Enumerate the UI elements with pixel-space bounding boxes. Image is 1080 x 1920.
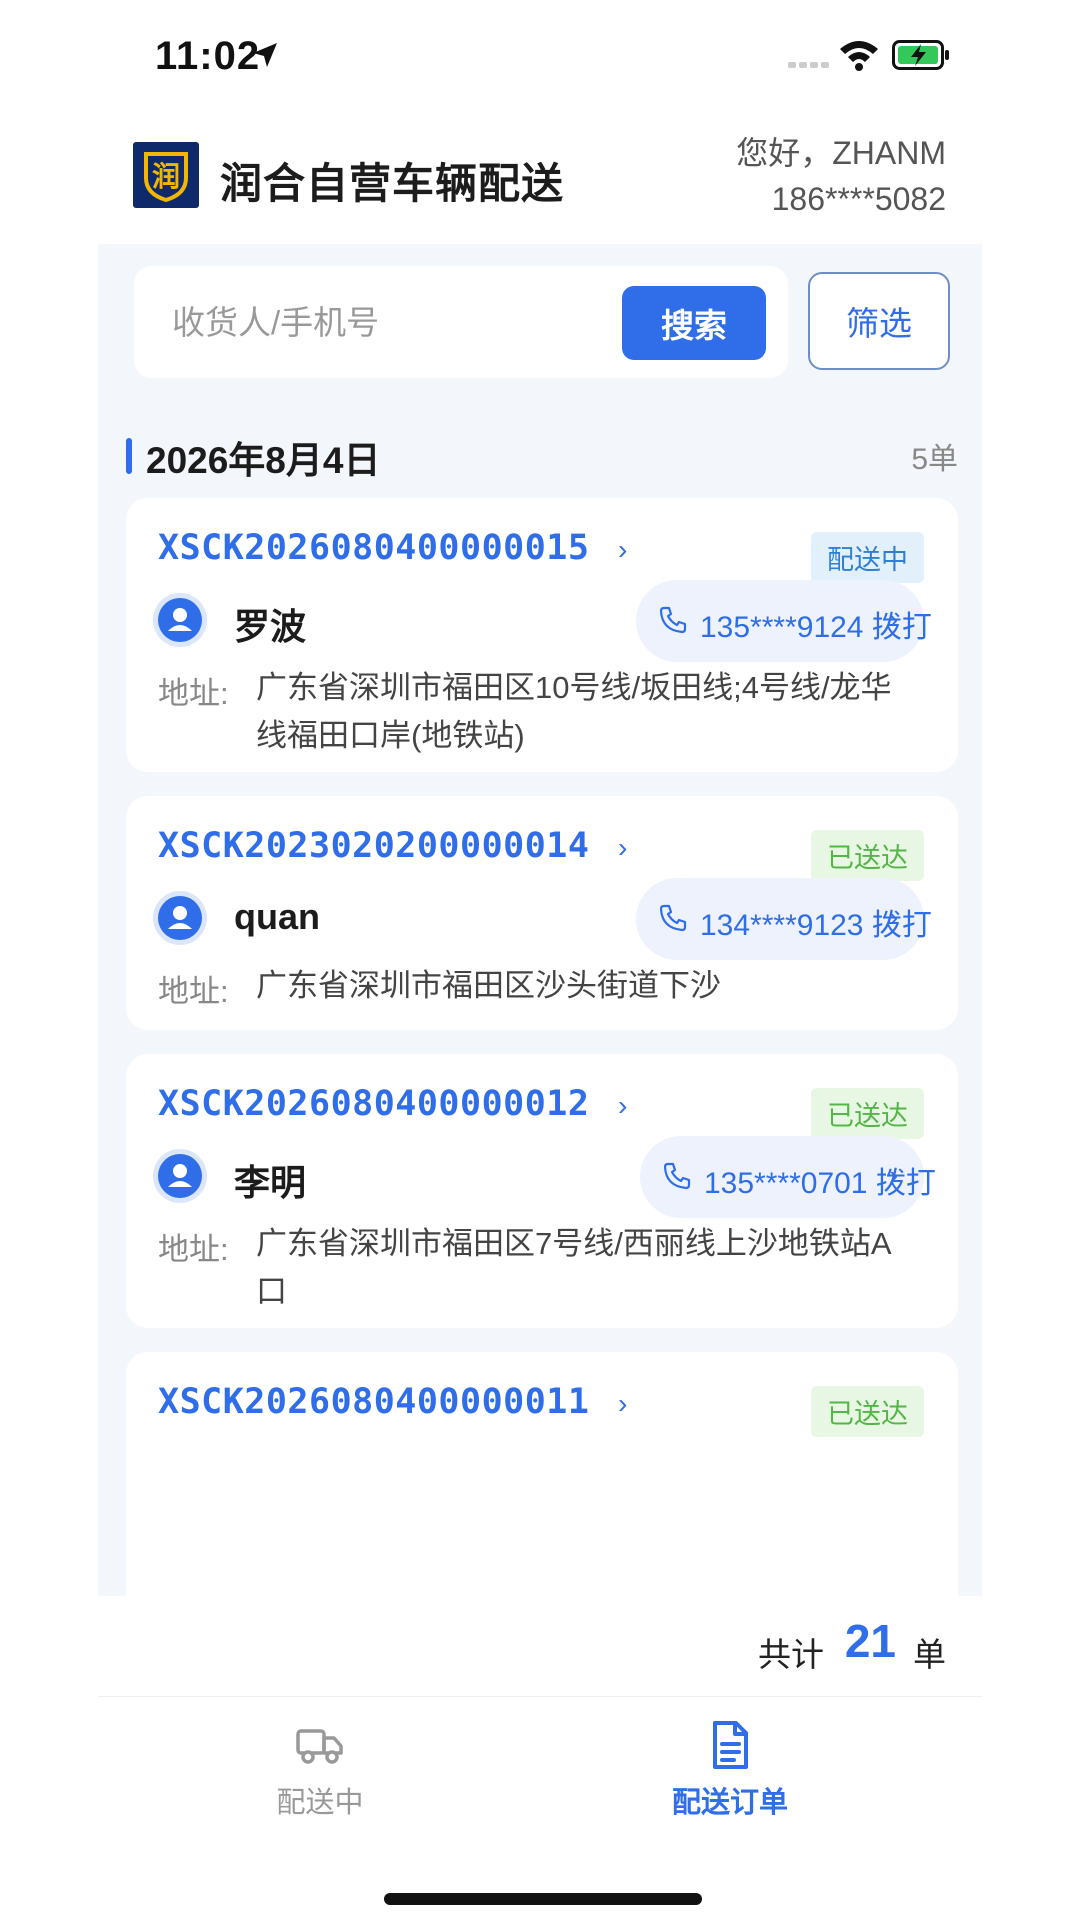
chevron-right-icon: ›: [618, 1388, 628, 1419]
phone-icon: [663, 1162, 691, 1190]
user-avatar-icon: [158, 896, 202, 940]
address-label: 地址:: [158, 974, 229, 1009]
phone-icon: [659, 606, 687, 634]
address-label: 地址:: [158, 676, 229, 711]
search-button[interactable]: 搜索: [622, 286, 766, 360]
status-bar: 11:02: [0, 0, 1080, 110]
status-time: 11:02: [155, 34, 261, 78]
order-number[interactable]: XSCK2026080400000011: [158, 1382, 589, 1422]
greeting-text: 您好，ZHANM: [736, 135, 946, 171]
order-list-area[interactable]: 搜索 筛选 2026年8月4日 5单 XSCK2026080400000015 …: [98, 244, 982, 1596]
customer-name: 罗波: [234, 606, 307, 647]
order-number[interactable]: XSCK2023020200000014: [158, 826, 589, 866]
tab-label: 配送订单: [671, 1787, 788, 1819]
address-label: 地址:: [158, 1232, 229, 1267]
order-card[interactable]: XSCK2026080400000012 › 已送达 李明 135****070…: [126, 1054, 958, 1328]
status-badge: 已送达: [811, 1088, 924, 1139]
filter-button[interactable]: 筛选: [808, 272, 950, 370]
user-avatar-icon: [158, 1154, 202, 1198]
order-number[interactable]: XSCK2026080400000015: [158, 528, 589, 568]
user-phone: 186****5082: [771, 181, 946, 217]
company-logo: 润: [133, 142, 199, 208]
chevron-right-icon: ›: [618, 1090, 628, 1121]
total-label: 共计: [758, 1636, 824, 1673]
tab-delivering[interactable]: 配送中: [190, 1719, 450, 1829]
chevron-right-icon: ›: [889, 902, 898, 932]
date-group-header: 2026年8月4日 5单: [126, 430, 958, 481]
status-badge: 已送达: [811, 830, 924, 881]
total-count: 21: [844, 1615, 896, 1667]
wifi-icon: [840, 41, 878, 71]
home-indicator[interactable]: [384, 1893, 702, 1905]
chevron-right-icon: ›: [618, 534, 628, 565]
call-button[interactable]: 135****0701 拨打 ›: [640, 1136, 936, 1218]
date-accent-bar: [126, 438, 132, 474]
address-text: 广东省深圳市福田区7号线/西丽线上沙地铁站A口: [256, 1226, 892, 1309]
order-card[interactable]: XSCK2026080400000015 › 配送中 罗波 135****912…: [126, 498, 958, 772]
address-text: 广东省深圳市福田区沙头街道下沙: [256, 968, 721, 1003]
address-text: 广东省深圳市福田区10号线/坂田线;4号线/龙华线福田口岸(地铁站): [256, 670, 892, 753]
order-number[interactable]: XSCK2026080400000012: [158, 1084, 589, 1124]
bottom-tab-bar: 配送中 配送订单: [98, 1697, 982, 1847]
call-button[interactable]: 135****9124 拨打 ›: [636, 580, 932, 662]
tab-delivery-orders[interactable]: 配送订单: [600, 1719, 860, 1829]
status-badge: 配送中: [811, 532, 924, 583]
app-title: 润合自营车辆配送: [220, 160, 565, 207]
battery-charging-icon: [892, 40, 949, 70]
chevron-right-icon: ›: [889, 1160, 898, 1190]
date-label: 2026年8月4日: [146, 440, 381, 481]
order-card[interactable]: XSCK2026080400000011 › 已送达: [126, 1352, 958, 1596]
customer-name: 李明: [234, 1162, 307, 1203]
tab-label: 配送中: [276, 1787, 364, 1819]
order-total: 共计 21 单: [98, 1596, 982, 1697]
total-unit: 单: [913, 1636, 946, 1673]
call-button[interactable]: 134****9123 拨打 ›: [636, 878, 932, 960]
search-box: 搜索: [134, 266, 788, 378]
document-icon: [713, 1721, 748, 1769]
chevron-right-icon: ›: [618, 832, 628, 863]
location-arrow-icon: [253, 43, 277, 67]
truck-icon: [296, 1729, 343, 1764]
phone-icon: [659, 904, 687, 932]
search-input[interactable]: [170, 290, 594, 356]
order-card[interactable]: XSCK2023020200000014 › 已送达 quan 134****9…: [126, 796, 958, 1030]
call-label: 135****0701 拨打: [704, 1167, 936, 1200]
logo-glyph: 润: [152, 160, 180, 193]
customer-name: quan: [234, 896, 320, 937]
chevron-right-icon: ›: [889, 604, 898, 634]
cellular-signal-icon: [788, 62, 829, 68]
user-greeting: 您好，ZHANM 186****5082: [736, 130, 946, 222]
user-avatar-icon: [158, 598, 202, 642]
status-badge: 已送达: [811, 1386, 924, 1437]
app-header: 润 润合自营车辆配送 您好，ZHANM 186****5082: [98, 110, 982, 244]
date-order-count: 5单: [911, 443, 958, 476]
